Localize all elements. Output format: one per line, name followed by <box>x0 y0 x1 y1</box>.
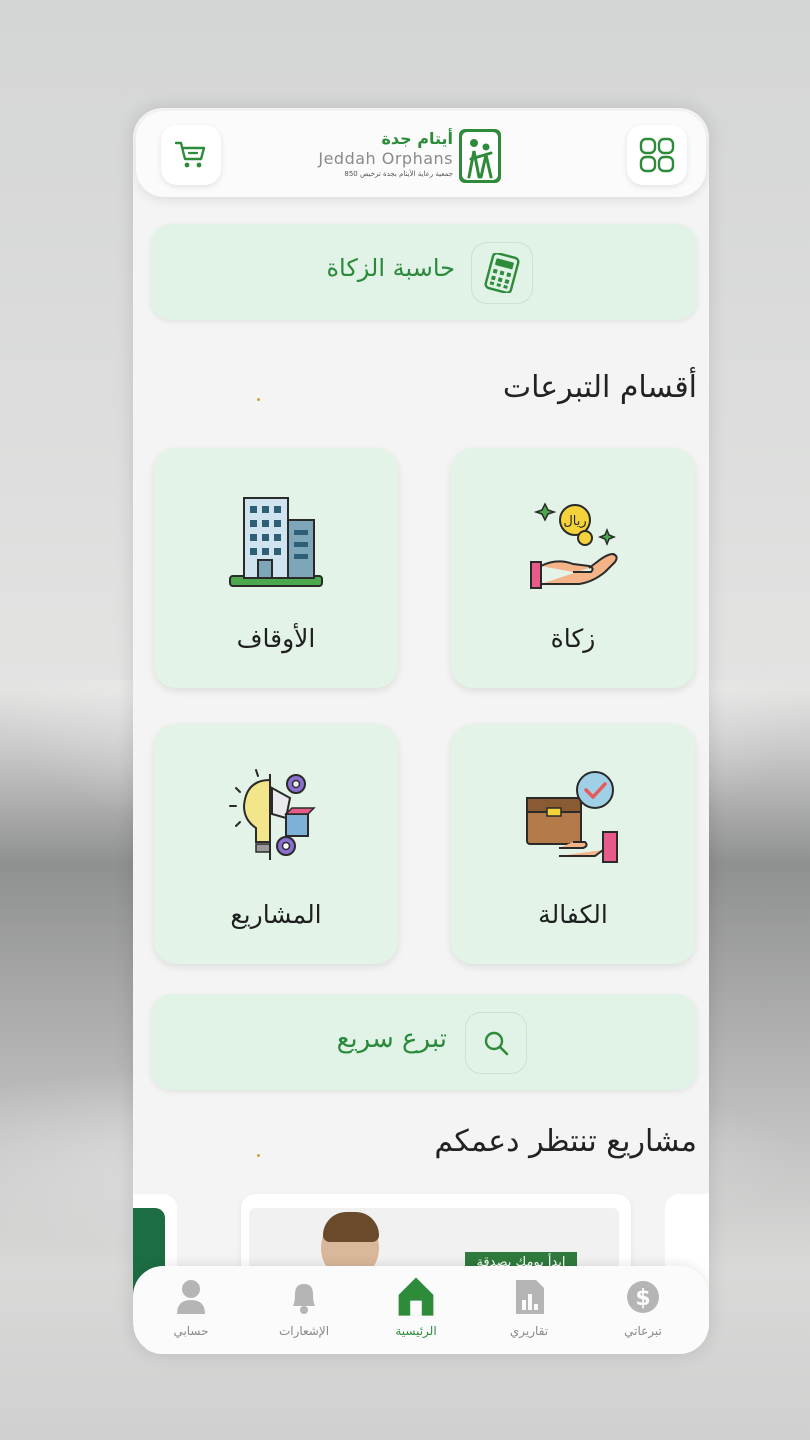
app-screen: أيتام جدة Jeddah Orphans جمعية رعاية الأ… <box>133 108 709 1354</box>
user-icon <box>177 1280 205 1314</box>
projects-card[interactable]: المشاريع <box>154 724 398 964</box>
zakat-card-label: زكاة <box>550 624 596 653</box>
report-icon <box>516 1280 544 1314</box>
idea-gears-icon <box>229 769 316 860</box>
kafala-card[interactable]: الكفالة <box>451 724 695 964</box>
quick-donate-label: تبرع سريع <box>336 1024 447 1054</box>
kafala-card-label: الكفالة <box>538 900 608 929</box>
app-header: أيتام جدة Jeddah Orphans جمعية رعاية الأ… <box>136 111 706 197</box>
zakat-card[interactable]: ريال زكاة <box>451 448 695 688</box>
nav-item-notifications[interactable]: الإشعارات <box>254 1278 354 1348</box>
coin-hand-icon: ريال <box>530 502 618 589</box>
bottom-navigation: حسابي الإشعارات الرئيسية تقاريري $ تبرعا… <box>133 1266 709 1354</box>
cart-icon <box>174 141 206 168</box>
donation-sections-title: أقسام التبرعات <box>502 370 697 405</box>
nav-item-reports[interactable]: تقاريري <box>479 1278 579 1348</box>
child-photo-hair <box>323 1212 379 1242</box>
search-icon-box <box>465 1012 527 1074</box>
nav-label-reports: تقاريري <box>509 1324 549 1338</box>
logo-mark-icon <box>459 129 501 183</box>
nav-label-donations: تبرعاتي <box>624 1324 662 1338</box>
nav-label-home: الرئيسية <box>395 1324 437 1338</box>
calculator-icon <box>484 253 520 293</box>
quick-donate-button[interactable]: تبرع سريع <box>151 994 697 1090</box>
svg-text:$: $ <box>635 1286 650 1311</box>
awqaf-card[interactable]: الأوقاف <box>154 448 398 688</box>
calculator-icon-box <box>471 242 533 304</box>
zakat-calculator-button[interactable]: حاسبة الزكاة <box>151 224 697 320</box>
nav-label-account: حسابي <box>173 1324 209 1338</box>
menu-button[interactable] <box>627 125 687 185</box>
bell-icon <box>293 1284 315 1314</box>
logo-english-text: Jeddah Orphans <box>318 149 453 168</box>
nav-item-donations[interactable]: $ تبرعاتي <box>593 1278 693 1348</box>
grid-menu-icon <box>639 137 675 173</box>
projects-section-title: مشاريع تنتظر دعمكم <box>434 1124 697 1159</box>
cart-button[interactable] <box>161 125 221 185</box>
dollar-icon: $ <box>627 1281 659 1313</box>
jeddah-orphans-logo: أيتام جدة Jeddah Orphans جمعية رعاية الأ… <box>318 127 501 187</box>
svg-text:ريال: ريال <box>563 514 586 529</box>
home-icon <box>398 1277 434 1316</box>
nav-item-home[interactable]: الرئيسية <box>366 1277 466 1348</box>
logo-subtitle: جمعية رعاية الأيتام بجدة ترخيص 850 <box>344 170 453 178</box>
nav-label-notifications: الإشعارات <box>278 1324 330 1338</box>
zakat-calculator-label: حاسبة الزكاة <box>326 254 455 282</box>
decorative-dot <box>257 398 260 401</box>
logo-arabic-text: أيتام جدة <box>381 129 453 148</box>
building-icon <box>229 497 323 587</box>
search-icon <box>484 1031 509 1056</box>
box-hand-check-icon <box>526 771 618 863</box>
nav-item-account[interactable]: حسابي <box>141 1278 241 1348</box>
awqaf-card-label: الأوقاف <box>236 624 316 653</box>
projects-card-label: المشاريع <box>230 900 322 929</box>
decorative-dot <box>257 1154 260 1157</box>
